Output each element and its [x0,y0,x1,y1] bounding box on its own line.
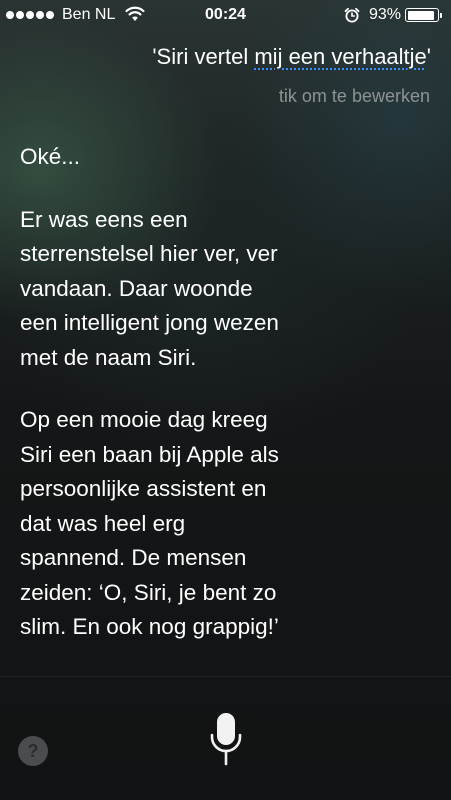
question-mark-icon: ? [27,740,39,761]
query-prefix: 'Siri vertel [152,44,255,69]
battery-percentage: 93% [369,6,402,23]
response-paragraph: Oké... [20,144,81,169]
microphone-icon [210,713,242,766]
alarm-icon [344,7,360,28]
query-autocorrected-text[interactable]: mij een verhaaltje [254,44,426,69]
tap-to-edit-hint[interactable]: tik om te bewerken [279,86,430,107]
siri-response: Oké... Er was eens een sterrenstelsel hi… [20,140,440,673]
help-button[interactable]: ? [18,736,48,766]
status-bar: Ben NL 00:24 93% [0,0,451,30]
siri-query[interactable]: 'Siri vertel mij een verhaaltje' [152,44,431,70]
query-suffix: ' [426,44,431,69]
bottom-divider [0,676,451,677]
battery-level-fill [407,10,434,20]
battery-tip [440,13,442,18]
response-paragraph: Op een mooie dag kreeg Siri een baan bij… [20,407,279,639]
battery-icon [405,8,439,22]
response-paragraph: Er was eens een sterrenstelsel hier ver,… [20,206,279,370]
microphone-button[interactable] [205,710,247,768]
